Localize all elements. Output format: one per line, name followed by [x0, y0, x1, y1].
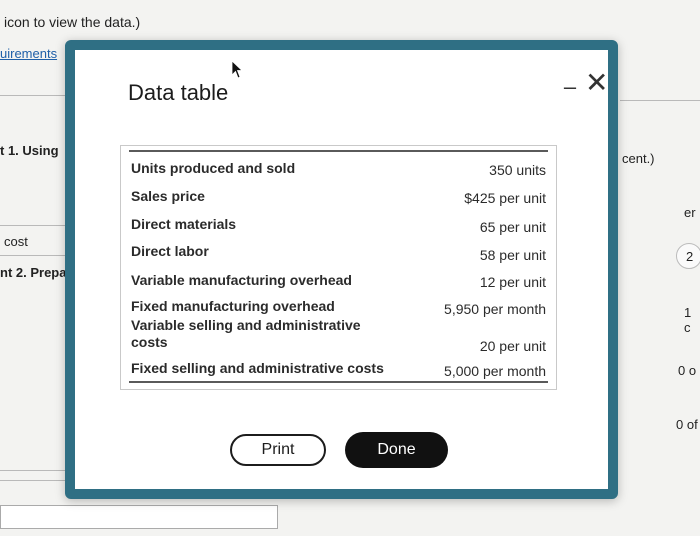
row-value: 65 per unit — [479, 219, 546, 235]
row-label: Variable manufacturing overhead — [131, 272, 352, 288]
close-button[interactable]: ✕ — [585, 69, 608, 97]
right-cell-value: 1 c — [684, 305, 692, 335]
right-cell-text: er — [684, 205, 696, 220]
row-value: 5,000 per month — [444, 363, 546, 379]
right-cell-value: 2 — [686, 249, 694, 264]
row-value: $425 per unit — [464, 190, 546, 206]
requirements-link[interactable]: uirements — [0, 46, 57, 61]
row-label: Direct labor — [131, 243, 209, 259]
row-value: 20 per unit — [479, 338, 546, 354]
right-cell-value: 0 of — [676, 417, 698, 432]
cost-label: cost — [4, 234, 28, 249]
row-label: Variable selling and administrative cost… — [131, 317, 361, 350]
requirement-2-label: nt 2. Prepa — [0, 265, 67, 280]
requirement-1-label: t 1. Using — [0, 143, 59, 158]
divider — [0, 255, 65, 256]
done-button[interactable]: Done — [345, 432, 448, 468]
table-bottom-rule — [129, 381, 548, 383]
row-value: 58 per unit — [479, 247, 546, 263]
data-table-dialog: Data table – ✕ Units produced and sold 3… — [65, 40, 618, 499]
minimize-button[interactable]: – — [561, 76, 579, 98]
row-label: Fixed selling and administrative costs — [131, 360, 384, 376]
percent-note: cent.) — [622, 151, 655, 166]
divider — [0, 470, 65, 471]
row-label: Units produced and sold — [131, 160, 296, 176]
divider — [0, 225, 65, 226]
data-table: Units produced and sold 350 units Sales … — [120, 145, 557, 390]
row-value: 12 per unit — [479, 274, 546, 290]
divider — [620, 100, 700, 101]
row-value: 5,950 per month — [444, 301, 546, 317]
right-cell-value: 0 o — [678, 363, 697, 378]
instruction-text: icon to view the data.) — [4, 14, 141, 30]
mouse-pointer-icon — [231, 60, 244, 79]
row-label: Sales price — [131, 188, 205, 204]
row-label: Fixed manufacturing overhead — [131, 298, 335, 314]
row-value: 350 units — [489, 162, 546, 178]
dialog-title: Data table — [128, 80, 229, 105]
table-top-rule — [129, 150, 548, 152]
row-label: Direct materials — [131, 216, 237, 232]
divider — [0, 95, 65, 96]
answer-input-field[interactable] — [0, 505, 278, 529]
divider — [0, 480, 65, 481]
print-button[interactable]: Print — [230, 434, 326, 466]
